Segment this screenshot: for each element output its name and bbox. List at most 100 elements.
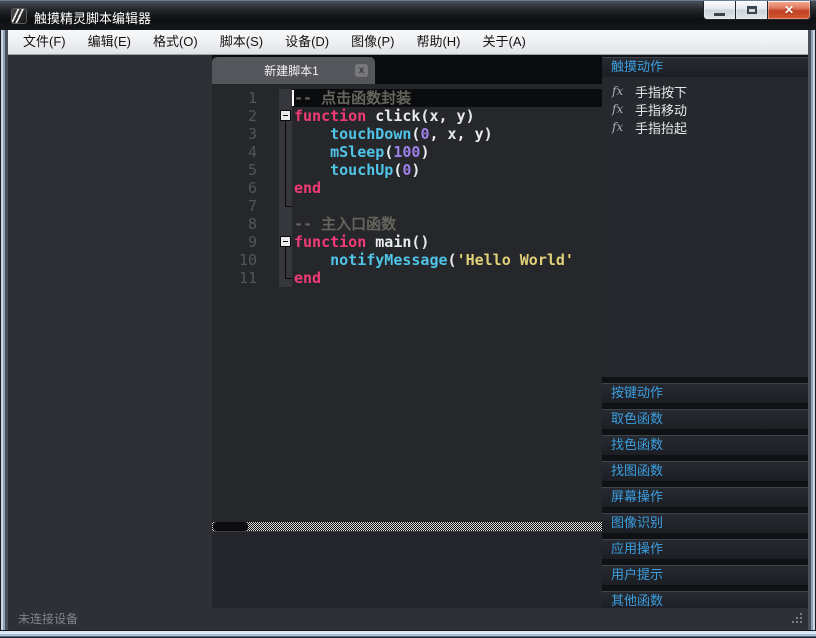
line-number: 8 bbox=[247, 215, 257, 233]
menu-item-2[interactable]: 编辑(E) bbox=[77, 30, 142, 54]
function-item-label: 手指按下 bbox=[635, 84, 688, 100]
fold-margin bbox=[279, 89, 292, 107]
function-list-item[interactable]: fx 手指按下 bbox=[602, 82, 808, 100]
sidebar-panel-header-8[interactable]: 应用操作 bbox=[602, 539, 808, 559]
menu-item-4[interactable]: 脚本(S) bbox=[209, 30, 274, 54]
window-border-left bbox=[0, 30, 8, 630]
horizontal-scrollbar[interactable] bbox=[212, 522, 602, 531]
window-controls: ✕ bbox=[703, 1, 811, 20]
text-caret bbox=[292, 90, 294, 106]
sidebar-panel-header-1[interactable]: 触摸动作 bbox=[602, 57, 808, 77]
line-number: 6 bbox=[247, 179, 257, 197]
code-line: 3 touchDown(0, x, y) bbox=[212, 125, 602, 143]
line-number: 2 bbox=[247, 107, 257, 125]
code-text: touchUp(0) bbox=[330, 161, 421, 179]
line-number: 11 bbox=[238, 269, 257, 287]
output-panel bbox=[212, 531, 602, 608]
statusbar: 未连接设备 bbox=[8, 608, 808, 630]
minimize-button[interactable] bbox=[703, 1, 736, 20]
sidebar-panel-header-3[interactable]: 取色函数 bbox=[602, 409, 808, 429]
resize-grip-icon[interactable] bbox=[792, 613, 804, 625]
fold-margin bbox=[279, 251, 292, 269]
line-number: 3 bbox=[247, 125, 257, 143]
code-text: touchDown(0, x, y) bbox=[330, 125, 493, 143]
line-number: 5 bbox=[247, 161, 257, 179]
code-text: -- 点击函数封装 bbox=[292, 89, 602, 107]
sidebar-panel-header-4[interactable]: 找色函数 bbox=[602, 435, 808, 455]
fold-margin bbox=[279, 197, 292, 215]
menu-item-6[interactable]: 图像(P) bbox=[340, 30, 405, 54]
close-button[interactable]: ✕ bbox=[767, 1, 811, 20]
code-text: mSleep(100) bbox=[330, 143, 430, 161]
function-list-item[interactable]: fx 手指移动 bbox=[602, 100, 808, 118]
connection-status: 未连接设备 bbox=[18, 612, 79, 626]
tab-close-icon[interactable]: x bbox=[355, 64, 368, 77]
code-line: 8 -- 主入口函数 bbox=[212, 215, 602, 233]
tab-script-1[interactable]: 新建脚本1 x bbox=[212, 57, 375, 84]
fold-margin bbox=[279, 179, 292, 197]
window-border-right bbox=[808, 30, 816, 630]
editor-column: 新建脚本1 x 1 -- 点击函数封装 2 function click(x, y) 3… bbox=[212, 55, 602, 608]
app-window: 触摸精灵脚本编辑器 ✕ 文件(F) 编辑(E) 格式(O) 脚本(S) 设备(D) 图像(… bbox=[0, 0, 816, 638]
fold-margin bbox=[279, 269, 292, 287]
function-item-label: 手指抬起 bbox=[635, 120, 688, 136]
menu-item-7[interactable]: 帮助(H) bbox=[405, 30, 471, 54]
code-text: end bbox=[294, 179, 322, 197]
menu-item-1[interactable]: 文件(F) bbox=[12, 30, 77, 54]
code-text: function main() bbox=[294, 233, 430, 251]
sidebar-panel-header-6[interactable]: 屏幕操作 bbox=[602, 487, 808, 507]
sidebar-panel-header-2[interactable]: 按键动作 bbox=[602, 383, 808, 403]
code-line: 7 bbox=[212, 197, 602, 215]
code-line: 4 mSleep(100) bbox=[212, 143, 602, 161]
code-line: 11 end bbox=[212, 269, 602, 287]
code-text: -- 主入口函数 bbox=[294, 215, 397, 233]
fold-toggle-icon[interactable] bbox=[279, 107, 292, 125]
function-list-item[interactable]: fx 手指抬起 bbox=[602, 118, 808, 136]
code-line: 6 end bbox=[212, 179, 602, 197]
fold-margin bbox=[279, 143, 292, 161]
fold-margin bbox=[279, 125, 292, 143]
device-panel bbox=[8, 55, 212, 608]
sidebar-panel-header-7[interactable]: 图像识别 bbox=[602, 513, 808, 533]
line-number: 10 bbox=[238, 251, 257, 269]
tabbar: 新建脚本1 x bbox=[212, 55, 602, 84]
main-content: 新建脚本1 x 1 -- 点击函数封装 2 function click(x, y) 3… bbox=[8, 55, 808, 608]
function-icon: fx bbox=[612, 84, 624, 98]
code-line: 5 touchUp(0) bbox=[212, 161, 602, 179]
app-icon bbox=[11, 8, 27, 24]
menu-item-5[interactable]: 设备(D) bbox=[274, 30, 340, 54]
code-text: notifyMessage('Hello World' bbox=[330, 251, 574, 269]
window-border-bottom bbox=[0, 630, 816, 638]
function-item-label: 手指移动 bbox=[635, 102, 688, 118]
fold-margin bbox=[279, 161, 292, 179]
maximize-button[interactable] bbox=[736, 1, 767, 20]
menubar: 文件(F) 编辑(E) 格式(O) 脚本(S) 设备(D) 图像(P) 帮助(H) 关于(A) bbox=[8, 30, 808, 55]
code-editor[interactable]: 1 -- 点击函数封装 2 function click(x, y) 3 touchDo… bbox=[212, 84, 602, 522]
code-line: 1 -- 点击函数封装 bbox=[212, 89, 602, 107]
code-line: 9 function main() bbox=[212, 233, 602, 251]
function-icon: fx bbox=[612, 102, 624, 116]
function-icon: fx bbox=[612, 120, 624, 134]
function-sidebar: 触摸动作 fx 手指按下 fx 手指移动 fx 手指抬起按键动作取色函数找色函数找图函数屏幕… bbox=[602, 55, 808, 608]
sidebar-panel-header-9[interactable]: 用户提示 bbox=[602, 565, 808, 585]
close-icon: ✕ bbox=[783, 3, 795, 17]
menu-item-3[interactable]: 格式(O) bbox=[142, 30, 209, 54]
sidebar-panel-header-10[interactable]: 其他函数 bbox=[602, 591, 808, 608]
tab-label: 新建脚本1 bbox=[264, 64, 319, 78]
line-number: 4 bbox=[247, 143, 257, 161]
titlebar[interactable]: 触摸精灵脚本编辑器 ✕ bbox=[0, 0, 816, 30]
code-text: end bbox=[294, 269, 322, 287]
menu-item-8[interactable]: 关于(A) bbox=[472, 30, 537, 54]
fold-toggle-icon[interactable] bbox=[279, 233, 292, 251]
minimize-icon bbox=[714, 12, 725, 16]
line-number: 9 bbox=[247, 233, 257, 251]
sidebar-panel-header-5[interactable]: 找图函数 bbox=[602, 461, 808, 481]
code-line: 10 notifyMessage('Hello World' bbox=[212, 251, 602, 269]
line-number: 1 bbox=[247, 89, 257, 107]
code-text: function click(x, y) bbox=[294, 107, 475, 125]
fold-margin bbox=[279, 215, 292, 233]
scrollbar-thumb[interactable] bbox=[213, 522, 248, 531]
sidebar-panel-content: fx 手指按下 fx 手指移动 fx 手指抬起 bbox=[602, 77, 808, 377]
code-line: 2 function click(x, y) bbox=[212, 107, 602, 125]
